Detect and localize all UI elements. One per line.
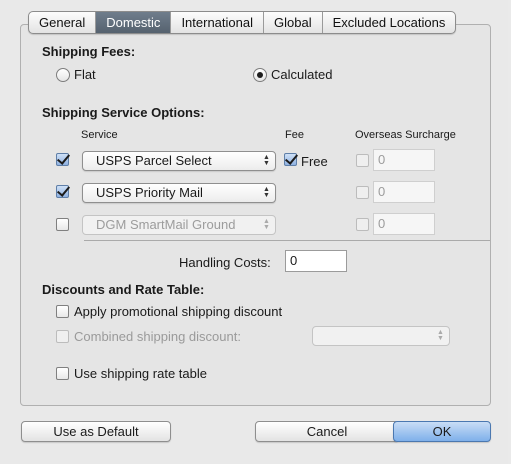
domestic-shipping-sheet: General Domestic International Global Ex… [0,0,511,464]
handling-costs-label: Handling Costs: [179,255,271,270]
surcharge-2-checkbox[interactable] [356,186,369,199]
tab-global[interactable]: Global [264,12,323,33]
cancel-button[interactable]: Cancel [255,421,399,442]
chevron-updown-icon: ▲ ▼ [263,154,270,167]
tab-general[interactable]: General [29,12,97,33]
tab-domestic[interactable]: Domestic [96,12,172,33]
surcharge-1-field[interactable]: 0 [373,149,435,171]
surcharge-3-checkbox[interactable] [356,218,369,231]
tab-international[interactable]: International [171,12,264,33]
promo-discount-label: Apply promotional shipping discount [74,304,283,319]
combined-discount-popup[interactable]: ▲ ▼ [312,326,450,346]
flat-label: Flat [74,67,96,82]
combined-discount-label: Combined shipping discount: [74,329,241,344]
service-3-value: DGM SmartMail Ground [96,217,236,232]
fee-column-header: Fee [285,129,304,141]
service-options-heading: Shipping Service Options: [42,105,205,120]
surcharge-1-checkbox[interactable] [356,154,369,167]
ok-button[interactable]: OK [393,421,491,442]
service-2-value: USPS Priority Mail [96,185,203,200]
service-2-popup[interactable]: USPS Priority Mail ▲ ▼ [82,183,276,203]
rate-table-label: Use shipping rate table [74,366,207,381]
discounts-heading: Discounts and Rate Table: [42,282,205,297]
calculated-label: Calculated [271,67,333,82]
service-3-popup[interactable]: DGM SmartMail Ground ▲ ▼ [82,215,276,235]
promo-discount-checkbox[interactable] [56,305,69,318]
service-1-checkbox[interactable] [56,153,69,166]
service-2-checkbox[interactable] [56,185,69,198]
shipping-fees-heading: Shipping Fees: [42,44,136,59]
chevron-updown-icon: ▲ ▼ [263,186,270,199]
chevron-updown-icon: ▲ ▼ [263,218,270,231]
service-column-header: Service [81,129,118,141]
service-1-value: USPS Parcel Select [96,153,212,168]
tab-bar: General Domestic International Global Ex… [28,11,457,34]
surcharge-3-field[interactable]: 0 [373,213,435,235]
surcharge-column-header: Overseas Surcharge [355,129,456,141]
chevron-updown-icon: ▲ ▼ [437,329,444,342]
rate-table-checkbox[interactable] [56,367,69,380]
surcharge-2-field[interactable]: 0 [373,181,435,203]
service-3-checkbox[interactable] [56,218,69,231]
service-1-popup[interactable]: USPS Parcel Select ▲ ▼ [82,151,276,171]
combined-discount-checkbox[interactable] [56,330,69,343]
tab-excluded-locations[interactable]: Excluded Locations [323,12,456,33]
calculated-radio[interactable] [253,68,267,82]
free-checkbox[interactable] [284,153,297,166]
free-label: Free [301,154,328,169]
use-as-default-button[interactable]: Use as Default [21,421,171,442]
flat-radio[interactable] [56,68,70,82]
handling-costs-field[interactable]: 0 [285,250,347,272]
separator [84,240,490,241]
